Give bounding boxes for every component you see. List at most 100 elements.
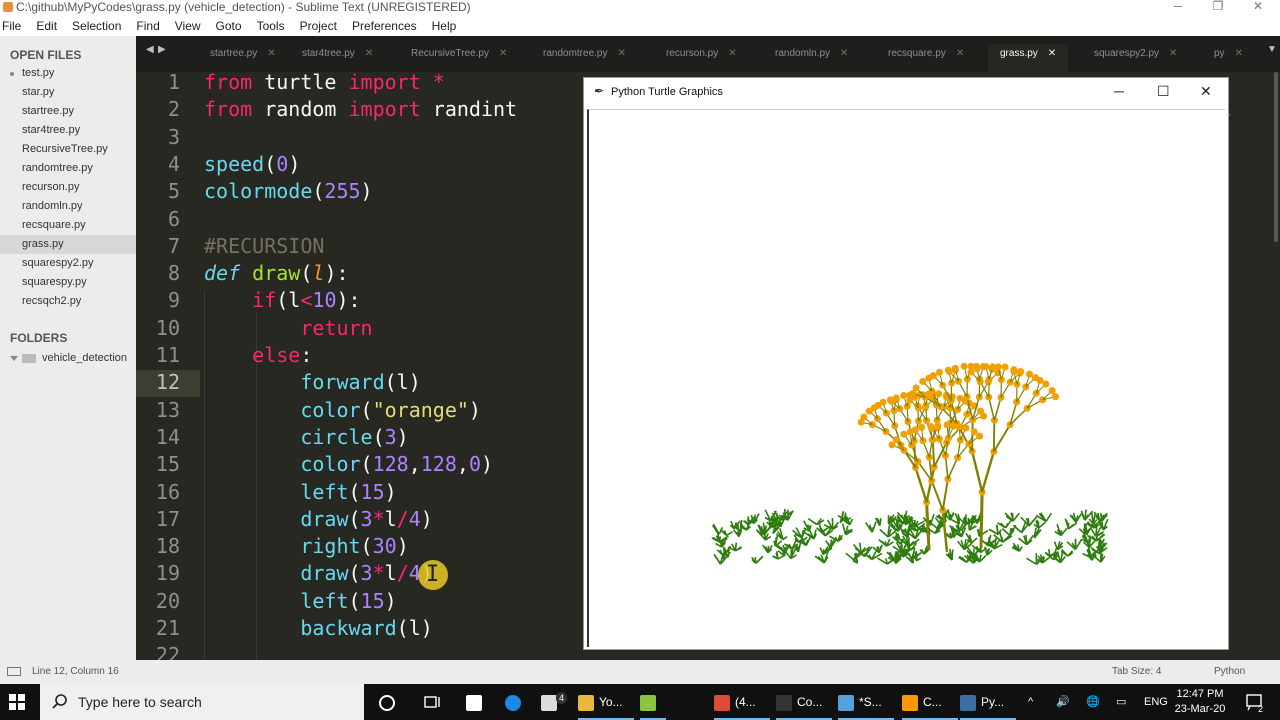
minimize-button[interactable]: ─ [1156,0,1200,16]
open-file-item[interactable]: star.py [0,83,136,102]
tab-close-icon[interactable]: ✕ [1169,48,1177,59]
open-file-item[interactable]: squarespy.py [0,273,136,292]
code-line[interactable]: colormode(255) [204,178,373,205]
code-line[interactable]: draw(3*l/4) [204,506,433,533]
code-line[interactable]: color(128,128,0) [204,451,493,478]
code-line[interactable]: from turtle import * [204,72,445,96]
code-line[interactable]: right(30) [204,533,408,560]
editor-tab[interactable]: grass.py ✕ [988,44,1069,72]
menu-goto[interactable]: Goto [216,16,242,33]
syntax-mode[interactable]: Python [1214,666,1245,677]
taskbar-app-button[interactable]: Py... [960,684,1016,720]
volume-icon[interactable]: 🔊 [1056,684,1070,720]
menu-edit[interactable]: Edit [36,16,57,33]
code-line[interactable]: circle(3) [204,424,408,451]
open-file-item[interactable]: recsqch2.py [0,292,136,311]
menu-view[interactable]: View [175,16,201,33]
turtle-minimize-button[interactable]: ─ [1114,83,1124,99]
code-line[interactable]: left(15) [204,479,396,506]
taskbar-app-button[interactable]: Co... [776,684,832,720]
open-file-item[interactable]: startree.py [0,102,136,121]
taskbar-app-button[interactable]: *S... [838,684,894,720]
editor-scrollbar[interactable] [1274,72,1278,242]
code-line[interactable]: else: [204,342,312,369]
open-file-item[interactable]: recsquare.py [0,216,136,235]
clock[interactable]: 12:47 PM 23-Mar-20 [1168,687,1232,717]
tab-close-icon[interactable]: ✕ [1048,48,1056,59]
menu-file[interactable]: File [2,16,21,33]
folder-item[interactable]: vehicle_detection [0,349,136,368]
open-file-item[interactable]: grass.py [0,235,136,254]
taskbar-app-button[interactable]: Yo... [578,684,634,720]
tab-next-button[interactable]: ▶ [158,44,166,55]
chevron-down-icon[interactable] [10,356,18,361]
editor-tab[interactable]: startree.py ✕ [210,44,276,72]
turtle-title-bar[interactable]: ✒ Python Turtle Graphics ─ ☐ ✕ [584,78,1228,106]
code-line[interactable]: from random import randint [204,96,517,123]
menu-tools[interactable]: Tools [257,16,285,33]
open-file-item[interactable]: test.py [0,64,136,83]
turtle-maximize-button[interactable]: ☐ [1157,83,1170,100]
open-file-item[interactable]: randomtree.py [0,159,136,178]
editor-tab[interactable]: randomln.py ✕ [775,44,848,72]
store-taskbar-button[interactable] [466,684,487,720]
editor-tab[interactable]: py ✕ [1214,44,1243,72]
tab-close-icon[interactable]: ✕ [499,48,507,59]
editor-tab[interactable]: star4tree.py ✕ [302,44,373,72]
code-line[interactable]: #RECURSION [204,233,324,260]
menu-help[interactable]: Help [432,16,457,33]
code-line[interactable]: forward(l) [204,369,420,396]
editor-tab[interactable]: recsquare.py ✕ [888,44,964,72]
task-view-icon[interactable] [424,694,442,710]
battery-icon[interactable]: ▭ [1116,684,1126,720]
tab-overflow-button[interactable]: ▼ [1267,44,1277,55]
editor-tab[interactable]: squarespy2.py ✕ [1094,44,1177,72]
open-file-item[interactable]: squarespy2.py [0,254,136,273]
code-line[interactable]: def draw(l): [204,260,349,287]
taskbar-search[interactable]: Type here to search [40,684,364,720]
line-number: 9 [167,288,180,313]
panel-toggle-icon[interactable] [7,667,21,676]
editor-tab[interactable]: randomtree.py ✕ [543,44,626,72]
editor-tab[interactable]: RecursiveTree.py ✕ [411,44,507,72]
tab-close-icon[interactable]: ✕ [267,48,275,59]
menu-project[interactable]: Project [300,16,337,33]
editor-tab[interactable]: recurson.py ✕ [666,44,737,72]
tab-close-icon[interactable]: ✕ [617,48,625,59]
maximize-button[interactable]: ❐ [1196,0,1240,16]
tab-size[interactable]: Tab Size: 4 [1112,666,1161,677]
taskbar-app-button[interactable]: C... [902,684,958,720]
tab-prev-button[interactable]: ◀ [146,44,154,55]
code-line[interactable]: color("orange") [204,397,481,424]
tab-close-icon[interactable]: ✕ [728,48,736,59]
code-line[interactable]: if(l<10): [204,287,360,314]
taskbar-app-button[interactable] [640,684,666,720]
cortana-icon[interactable] [378,694,396,712]
turtle-graphics-window[interactable]: ✒ Python Turtle Graphics ─ ☐ ✕ [583,77,1229,650]
open-file-item[interactable]: randomln.py [0,197,136,216]
code-line[interactable]: backward(l) [204,615,432,642]
tab-close-icon[interactable]: ✕ [840,48,848,59]
tab-close-icon[interactable]: ✕ [1235,48,1243,59]
turtle-close-button[interactable]: ✕ [1200,83,1212,100]
language-indicator[interactable]: ENG [1144,684,1168,720]
mail-taskbar-button[interactable]: 4 [541,684,568,720]
windows-start-icon[interactable] [9,694,25,710]
open-file-item[interactable]: recurson.py [0,178,136,197]
menu-selection[interactable]: Selection [72,16,121,33]
open-file-item[interactable]: star4tree.py [0,121,136,140]
open-file-item[interactable]: RecursiveTree.py [0,140,136,159]
menu-find[interactable]: Find [136,16,159,33]
code-line[interactable]: return [204,315,372,342]
taskbar-app-button[interactable]: (4... [714,684,770,720]
tab-close-icon[interactable]: ✕ [365,48,373,59]
code-line[interactable]: draw(3*l/4) [204,560,433,587]
close-button[interactable]: ✕ [1236,0,1280,16]
tab-close-icon[interactable]: ✕ [956,48,964,59]
code-line[interactable]: speed(0) [204,151,300,178]
menu-preferences[interactable]: Preferences [352,16,417,33]
edge-taskbar-button[interactable] [505,684,526,720]
tray-chevron-icon[interactable]: ^ [1028,684,1033,720]
code-line[interactable]: left(15) [204,588,396,615]
network-icon[interactable]: 🌐 [1086,684,1100,720]
